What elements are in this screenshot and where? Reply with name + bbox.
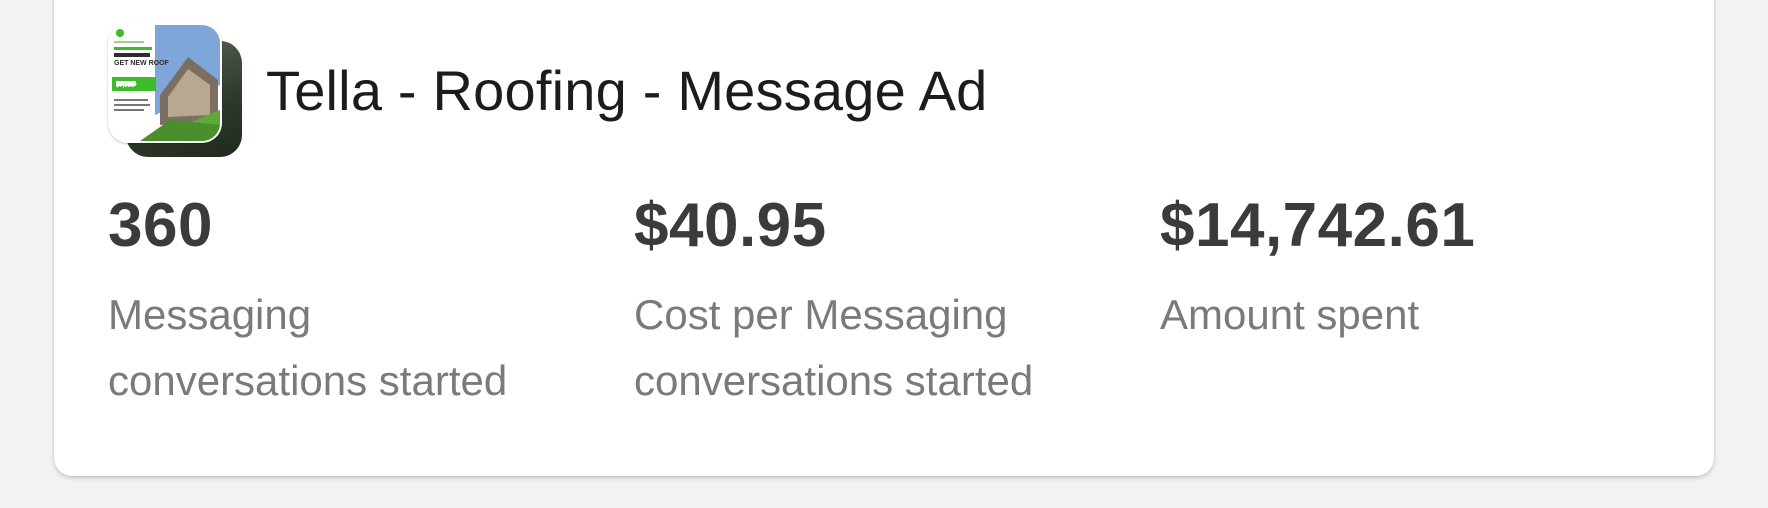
metric-value: $14,742.61 [1160, 191, 1476, 260]
metrics-row: 360 Messaging conversations started $40.… [108, 188, 1686, 414]
metric-label: Messaging conversations started [108, 291, 508, 404]
ad-title[interactable]: Tella - Roofing - Message Ad [266, 58, 988, 123]
ad-header[interactable]: GET NEW ROOF $7,995* Tella - Roofing - M… [108, 23, 988, 157]
ad-thumbnail[interactable]: GET NEW ROOF $7,995* [108, 23, 248, 157]
ad-creative-image: GET NEW ROOF $7,995* [108, 23, 222, 143]
metric-label: Amount spent [1160, 291, 1420, 338]
metric-value: 360 [108, 191, 213, 260]
thumbnail-headline: GET NEW ROOF [114, 60, 170, 67]
metric-conversations: 360 Messaging conversations started [108, 188, 634, 414]
metric-label: Cost per Messaging conversations started [634, 291, 1034, 404]
thumbnail-price: $7,995* [116, 83, 137, 89]
metric-cost-per-conversation: $40.95 Cost per Messaging conversations … [634, 188, 1160, 414]
roof-ad-creative-graphic: GET NEW ROOF $7,995* [110, 25, 220, 141]
metric-amount-spent: $14,742.61 Amount spent [1160, 188, 1686, 414]
metric-value: $40.95 [634, 191, 827, 260]
ad-summary-card[interactable]: GET NEW ROOF $7,995* Tella - Roofing - M… [54, 0, 1714, 476]
